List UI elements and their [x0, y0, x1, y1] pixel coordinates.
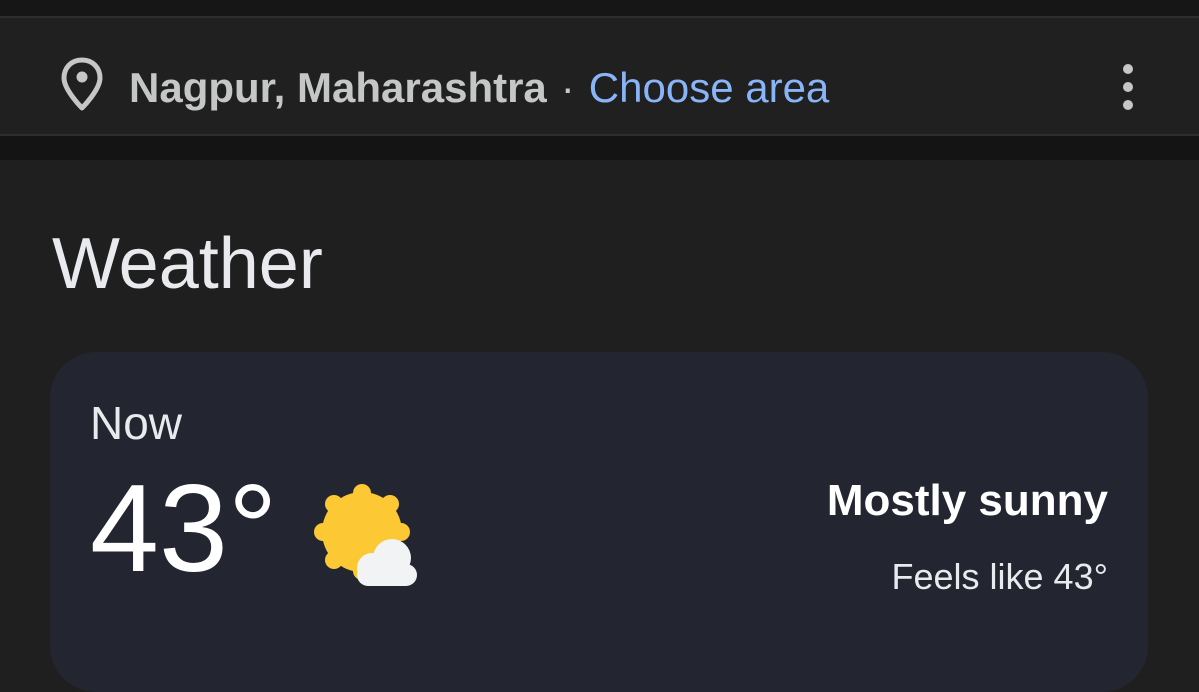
now-label: Now	[90, 397, 183, 449]
section-divider	[0, 136, 1199, 160]
location-separator: ·	[560, 64, 575, 111]
location-more-options-icon[interactable]	[1118, 62, 1138, 114]
weather-section: Weather Now 43° Mostly sunny Feels like …	[0, 160, 1199, 692]
top-strip	[0, 0, 1199, 16]
weather-title: Weather	[52, 224, 323, 304]
current-weather-card[interactable]: Now 43° Mostly sunny Feels like 43°	[50, 352, 1148, 692]
location-bar: Nagpur, Maharashtra · Choose area	[0, 16, 1199, 136]
choose-area-link[interactable]: Choose area	[589, 64, 830, 111]
mostly-sunny-icon	[314, 484, 417, 586]
location-name: Nagpur, Maharashtra	[129, 64, 547, 111]
location-pin-icon	[61, 57, 103, 111]
location-text: Nagpur, Maharashtra · Choose area	[129, 58, 829, 118]
current-temperature: 43°	[90, 460, 278, 598]
weather-condition: Mostly sunny	[826, 476, 1108, 525]
feels-like-temperature: Feels like 43°	[891, 556, 1109, 597]
